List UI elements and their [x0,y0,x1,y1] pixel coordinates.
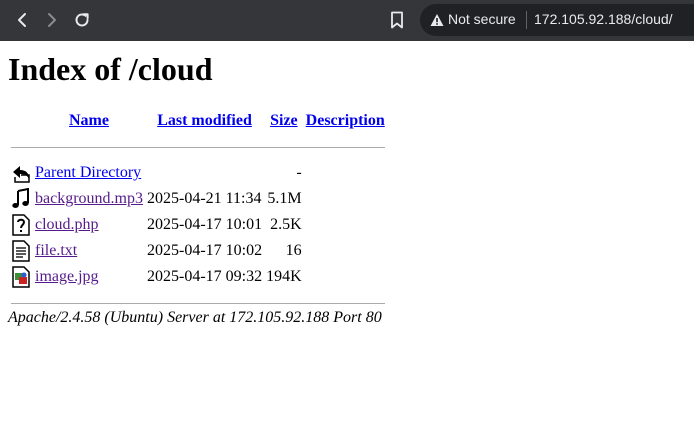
back-button[interactable] [10,8,34,32]
back-folder-icon [13,166,30,183]
security-status-label[interactable]: Not secure [448,11,516,27]
table-header-row: Name Last modified Size Description [10,109,386,133]
bookmark-button[interactable] [386,8,408,32]
size-cell: 194K [266,268,302,285]
directory-listing-table: Name Last modified Size Description Pare… [8,107,388,317]
divider [526,11,527,29]
table-row: cloud.php 2025-04-17 10:01 2.5K [10,213,386,237]
description-cell [305,239,386,263]
file-link-parent-directory[interactable]: Parent Directory [35,164,141,181]
modified-cell: 2025-04-17 09:32 [146,268,263,285]
audio-file-icon [12,188,29,208]
server-signature: Apache/2.4.58 (Ubuntu) Server at 172.105… [8,309,382,326]
sort-by-size-link[interactable]: Size [270,112,298,129]
url-text[interactable]: 172.105.92.188/cloud/ [534,11,673,27]
description-cell [305,213,386,237]
reload-icon [75,13,89,27]
size-cell: 5.1M [267,190,302,207]
address-bar[interactable]: Not secure 172.105.92.188/cloud/ [420,4,694,36]
table-row: background.mp3 2025-04-21 11:34 5.1M [10,187,386,211]
bookmark-icon [391,11,403,29]
modified-cell [146,161,263,185]
image-file-icon [12,266,30,288]
reload-button[interactable] [70,8,94,32]
footer-divider [11,302,385,304]
page-title: Index of /cloud [8,51,213,87]
modified-cell: 2025-04-17 10:01 [146,216,263,233]
forward-button[interactable] [40,8,64,32]
file-link-cloud-php[interactable]: cloud.php [35,216,99,233]
warning-icon[interactable] [430,13,444,27]
forward-icon [48,13,56,27]
size-cell: 2.5K [270,216,302,233]
page-content: Index of /cloud Name Last modified Size … [0,41,694,429]
size-cell: - [296,164,302,181]
file-link-background-mp3[interactable]: background.mp3 [35,190,143,207]
file-link-file-txt[interactable]: file.txt [35,242,77,259]
sort-by-description-link[interactable]: Description [306,112,385,129]
browser-toolbar: Not secure 172.105.92.188/cloud/ [0,0,694,41]
table-row: Parent Directory - [10,161,386,185]
modified-cell: 2025-04-17 10:02 [146,242,263,259]
icon-header [10,109,32,133]
file-link-image-jpg[interactable]: image.jpg [35,268,99,285]
back-icon [18,13,26,27]
sort-by-name-link[interactable]: Name [69,112,109,129]
unknown-file-icon [12,214,30,236]
table-row: file.txt 2025-04-17 10:02 16 [10,239,386,263]
description-cell [305,265,386,289]
header-divider [11,146,385,148]
description-cell [305,161,386,185]
modified-cell: 2025-04-21 11:34 [146,190,262,207]
table-row: image.jpg 2025-04-17 09:32 194K [10,265,386,289]
description-cell [305,187,386,211]
size-cell: 16 [285,242,302,259]
sort-by-last-modified-link[interactable]: Last modified [157,112,252,129]
text-file-icon [12,240,30,262]
